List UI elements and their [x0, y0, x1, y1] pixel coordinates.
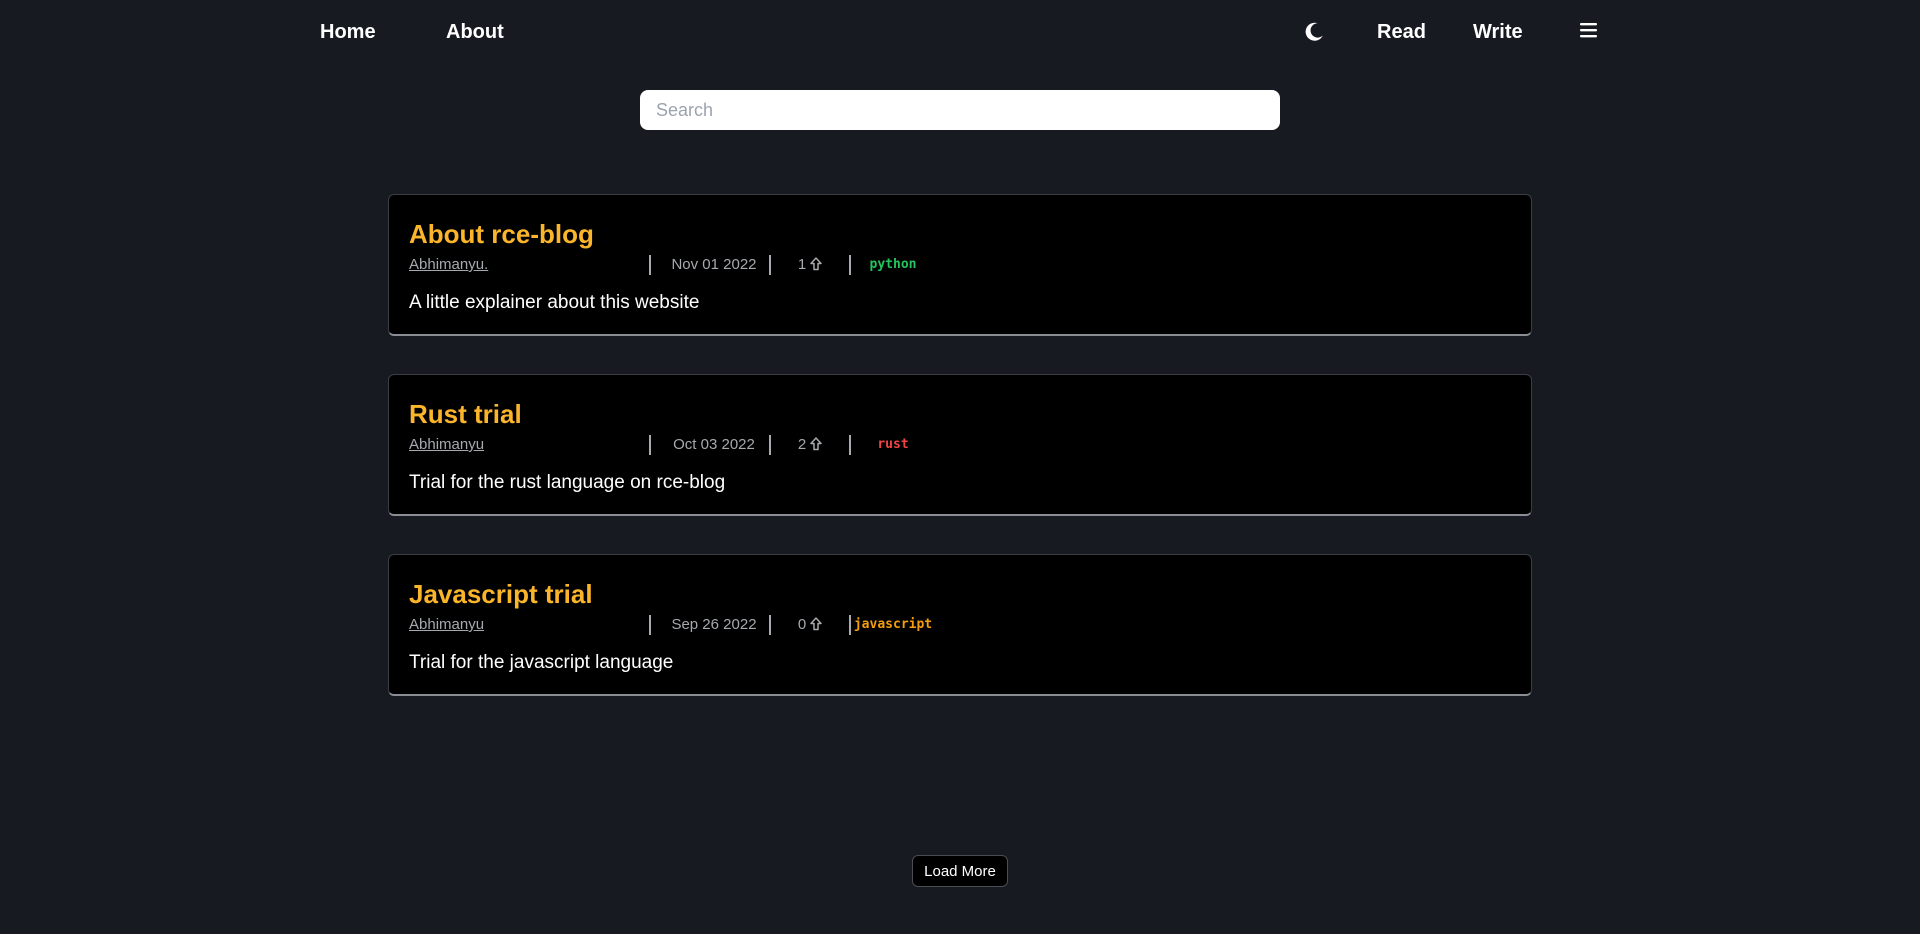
post-description: Trial for the javascript language	[409, 652, 674, 673]
meta-divider	[849, 615, 851, 635]
post-meta: Abhimanyu Oct 03 2022 2 rust	[409, 435, 1009, 455]
nav-home-link[interactable]: Home	[320, 20, 376, 44]
hamburger-menu-icon[interactable]	[1578, 18, 1600, 42]
search-input[interactable]	[640, 90, 1280, 130]
post-author-link[interactable]: Abhimanyu.	[409, 255, 488, 275]
upvote-arrow-icon[interactable]	[810, 617, 822, 631]
post-votes: 1	[771, 255, 849, 275]
post-date: Oct 03 2022	[673, 436, 755, 453]
meta-divider	[849, 435, 851, 455]
post-author-link[interactable]: Abhimanyu	[409, 615, 484, 635]
post-meta: Abhimanyu. Nov 01 2022 1 python	[409, 255, 1009, 275]
nav-about-link[interactable]: About	[446, 20, 504, 44]
post-card[interactable]: Javascript trial Abhimanyu Sep 26 2022 0…	[388, 554, 1532, 696]
nav-write-link[interactable]: Write	[1473, 20, 1523, 44]
post-card[interactable]: Rust trial Abhimanyu Oct 03 2022 2 rust …	[388, 374, 1532, 516]
post-tag[interactable]: python	[853, 255, 933, 275]
post-title[interactable]: Javascript trial	[409, 579, 593, 609]
post-date: Nov 01 2022	[671, 256, 757, 273]
post-date: Sep 26 2022	[671, 616, 757, 633]
post-tag[interactable]: javascript	[853, 615, 933, 635]
load-more-button[interactable]: Load More	[912, 855, 1008, 887]
post-votes: 0	[771, 615, 849, 635]
post-title[interactable]: Rust trial	[409, 399, 522, 429]
post-description: Trial for the rust language on rce-blog	[409, 472, 726, 493]
meta-divider	[849, 255, 851, 275]
upvote-arrow-icon[interactable]	[810, 437, 822, 451]
post-description: A little explainer about this website	[409, 292, 700, 313]
post-title[interactable]: About rce-blog	[409, 219, 594, 249]
page: Home About Read Write About rce-blog Abh…	[0, 0, 1920, 934]
post-meta: Abhimanyu Sep 26 2022 0 javascript	[409, 615, 1009, 635]
post-tag[interactable]: rust	[853, 435, 933, 455]
vote-count: 2	[797, 436, 807, 453]
vote-count: 0	[797, 616, 807, 633]
post-card[interactable]: About rce-blog Abhimanyu. Nov 01 2022 1 …	[388, 194, 1532, 336]
upvote-arrow-icon[interactable]	[810, 257, 822, 271]
post-votes: 2	[771, 435, 849, 455]
vote-count: 1	[797, 256, 807, 273]
moon-icon[interactable]	[1302, 20, 1326, 44]
meta-divider	[649, 255, 651, 275]
meta-divider	[649, 615, 651, 635]
meta-divider	[649, 435, 651, 455]
nav-read-link[interactable]: Read	[1377, 20, 1426, 44]
navbar: Home About Read Write	[0, 0, 1920, 64]
post-author-link[interactable]: Abhimanyu	[409, 435, 484, 455]
